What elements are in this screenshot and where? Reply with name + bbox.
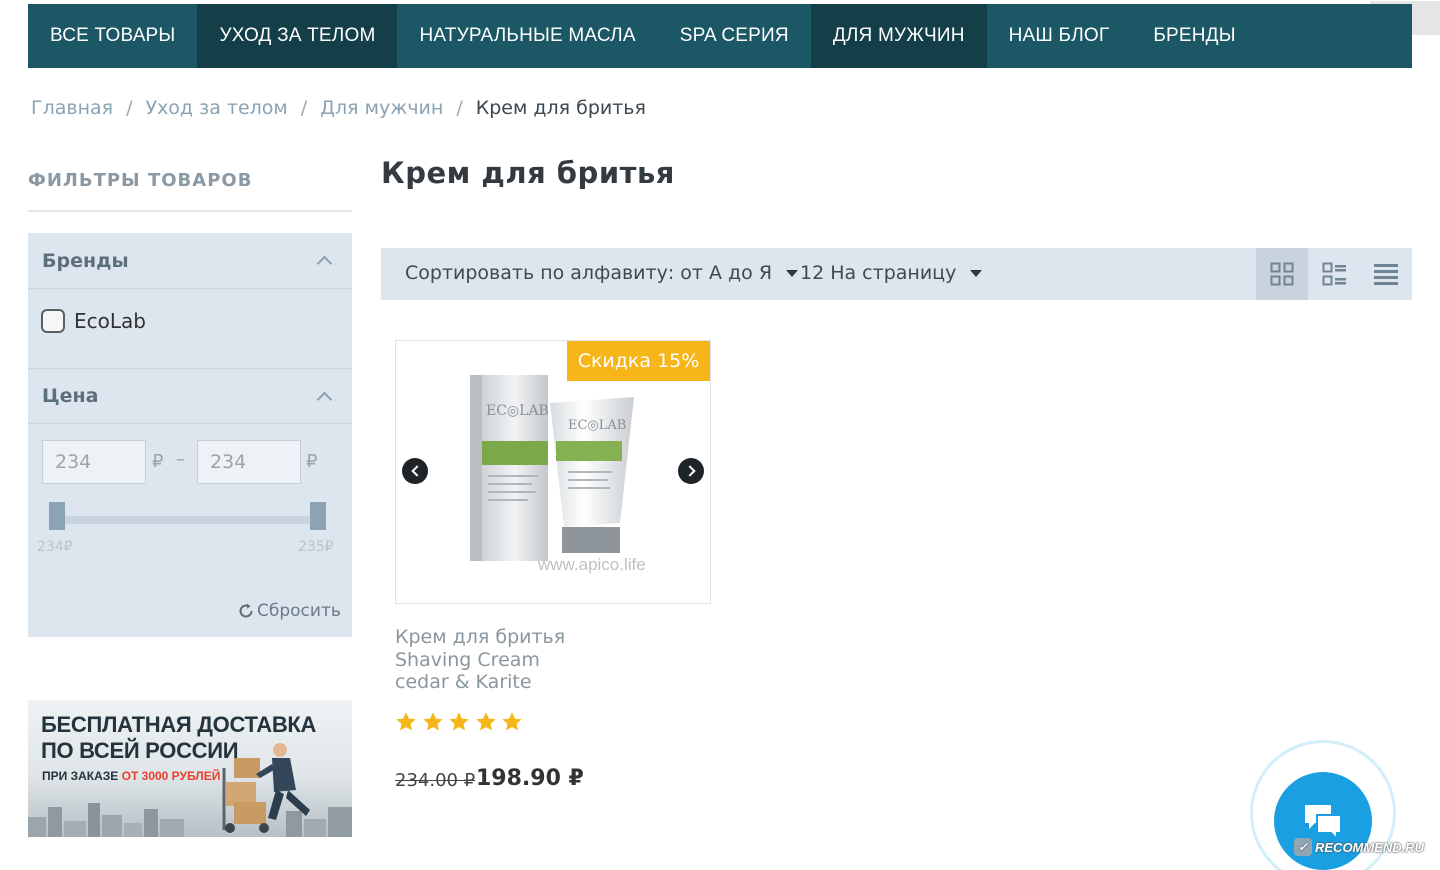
- breadcrumb-home[interactable]: Главная: [31, 97, 113, 119]
- recommend-watermark: ✓ RECOMMEND.RU: [1294, 838, 1424, 856]
- page-title: Крем для бритья: [381, 156, 675, 190]
- per-page-label: 12 На страницу: [800, 262, 957, 284]
- price-max-input[interactable]: 234: [197, 440, 301, 484]
- sort-label: Сортировать по алфавиту: от А до Я: [405, 262, 773, 284]
- sort-select[interactable]: Сортировать по алфавиту: от А до Я: [405, 262, 799, 284]
- banner-line-1: БЕСПЛАТНАЯ ДОСТАВКА: [41, 712, 317, 737]
- nav-for-men[interactable]: ДЛЯ МУЖЧИН: [810, 4, 987, 68]
- current-price: 198.90 ₽: [476, 766, 584, 791]
- banner-line-2: ПО ВСЕЙ РОССИИ: [41, 738, 239, 763]
- nav-all-products[interactable]: ВСЕ ТОВАРЫ: [28, 4, 197, 68]
- breadcrumb-separator: /: [300, 97, 308, 119]
- price-filter-title: Цена: [42, 385, 99, 407]
- price-slider-track[interactable]: [56, 516, 318, 524]
- product-card[interactable]: EC◎LAB EC◎LAB Скидка 15% www.apico.life: [395, 340, 711, 604]
- list-grid-view-icon: [1322, 262, 1346, 286]
- star-icon: [502, 712, 522, 731]
- chevron-up-icon: [316, 391, 333, 407]
- nav-spa-series[interactable]: SPA СЕРИЯ: [658, 4, 811, 68]
- reset-icon: [239, 603, 253, 618]
- brand-option-label: EcoLab: [74, 309, 146, 333]
- list-grid-view-button[interactable]: [1308, 248, 1360, 300]
- price-filter-header[interactable]: Цена: [28, 368, 352, 424]
- carousel-prev-button[interactable]: [402, 458, 428, 484]
- grid-view-icon: [1270, 262, 1294, 286]
- list-view-button[interactable]: [1360, 248, 1412, 300]
- product-name[interactable]: Крем для бритья Shaving Cream cedar & Ka…: [395, 626, 695, 694]
- star-icon: [396, 712, 416, 731]
- breadcrumb-body-care[interactable]: Уход за телом: [145, 97, 287, 119]
- caret-down-icon: [786, 269, 799, 277]
- breadcrumb-for-men[interactable]: Для мужчин: [320, 97, 443, 119]
- grid-view-button[interactable]: [1256, 248, 1308, 300]
- svg-text:EC◎LAB: EC◎LAB: [568, 418, 626, 433]
- caret-down-icon: [970, 269, 983, 277]
- banner-condition: ПРИ ЗАКАЗЕ: [42, 769, 119, 783]
- currency-label: ₽: [306, 451, 318, 472]
- banner-line-3: ПРИ ЗАКАЗЕ ОТ 3000 РУБЛЕЙ: [42, 769, 220, 783]
- breadcrumb-separator: /: [126, 97, 133, 119]
- chevron-right-icon: [683, 465, 696, 477]
- chevron-up-icon: [316, 255, 333, 272]
- filters-title: ФИЛЬТРЫ ТОВАРОВ: [28, 170, 253, 191]
- list-view-icon: [1374, 264, 1398, 285]
- brand-option-ecolab[interactable]: EcoLab: [41, 309, 146, 333]
- free-delivery-banner[interactable]: БЕСПЛАТНАЯ ДОСТАВКА ПО ВСЕЙ РОССИИ ПРИ З…: [28, 700, 352, 837]
- product-image-brand: EC◎LAB: [486, 403, 549, 419]
- price-min-input[interactable]: 234: [42, 440, 146, 484]
- product-name-line: cedar & Karite: [395, 671, 532, 693]
- filters-divider: [28, 210, 352, 212]
- breadcrumb-separator: /: [456, 97, 463, 119]
- chat-bubbles-icon: [1305, 805, 1342, 841]
- carousel-next-button[interactable]: [678, 458, 704, 484]
- filter-panel: Бренды EcoLab Цена 234 ₽ – 234 ₽ 234₽ 23…: [28, 233, 352, 637]
- recommend-label: RECOMMEND.RU: [1315, 839, 1425, 855]
- per-page-select[interactable]: 12 На страницу: [800, 262, 983, 284]
- price-slider-max-handle[interactable]: [310, 502, 326, 530]
- brand-checkbox[interactable]: [41, 309, 65, 333]
- brands-filter-title: Бренды: [42, 249, 129, 272]
- price-range-max-label: 235₽: [298, 539, 334, 555]
- discount-badge: Скидка 15%: [567, 341, 710, 381]
- star-icon: [422, 712, 443, 731]
- breadcrumb: Главная / Уход за телом / Для мужчин / К…: [31, 97, 646, 119]
- product-name-line: Shaving Cream: [395, 648, 540, 671]
- catalog-toolbar: Сортировать по алфавиту: от А до Я 12 На…: [381, 248, 1412, 300]
- breadcrumb-current: Крем для бритья: [475, 97, 646, 119]
- courier-illustration: [222, 743, 310, 833]
- banner-condition-amount: ОТ 3000 РУБЛЕЙ: [121, 769, 221, 783]
- range-separator: –: [176, 449, 185, 470]
- nav-blog[interactable]: НАШ БЛОГ: [987, 4, 1132, 68]
- product-name-line: Крем для бритья: [395, 626, 566, 648]
- star-icon: [475, 712, 496, 731]
- star-icon: [449, 712, 469, 731]
- main-navigation: ВСЕ ТОВАРЫ УХОД ЗА ТЕЛОМ НАТУРАЛЬНЫЕ МАС…: [28, 4, 1412, 68]
- product-image[interactable]: EC◎LAB EC◎LAB: [456, 371, 646, 571]
- reset-label: Сбросить: [257, 601, 341, 621]
- brands-filter-header[interactable]: Бренды: [28, 233, 352, 289]
- reset-filters-button[interactable]: Сбросить: [237, 601, 341, 621]
- price-range-min-label: 234₽: [37, 539, 73, 555]
- recommend-logo-icon: ✓: [1294, 838, 1312, 856]
- chevron-left-icon: [410, 465, 423, 477]
- product-rating: [395, 711, 528, 733]
- nav-natural-oils[interactable]: НАТУРАЛЬНЫЕ МАСЛА: [397, 4, 657, 68]
- price-slider-min-handle[interactable]: [49, 502, 65, 530]
- nav-body-care[interactable]: УХОД ЗА ТЕЛОМ: [197, 4, 398, 68]
- image-watermark: www.apico.life: [538, 555, 646, 574]
- currency-label: ₽: [152, 451, 164, 472]
- nav-brands[interactable]: БРЕНДЫ: [1131, 4, 1257, 68]
- old-price: 234.00 ₽: [395, 770, 476, 791]
